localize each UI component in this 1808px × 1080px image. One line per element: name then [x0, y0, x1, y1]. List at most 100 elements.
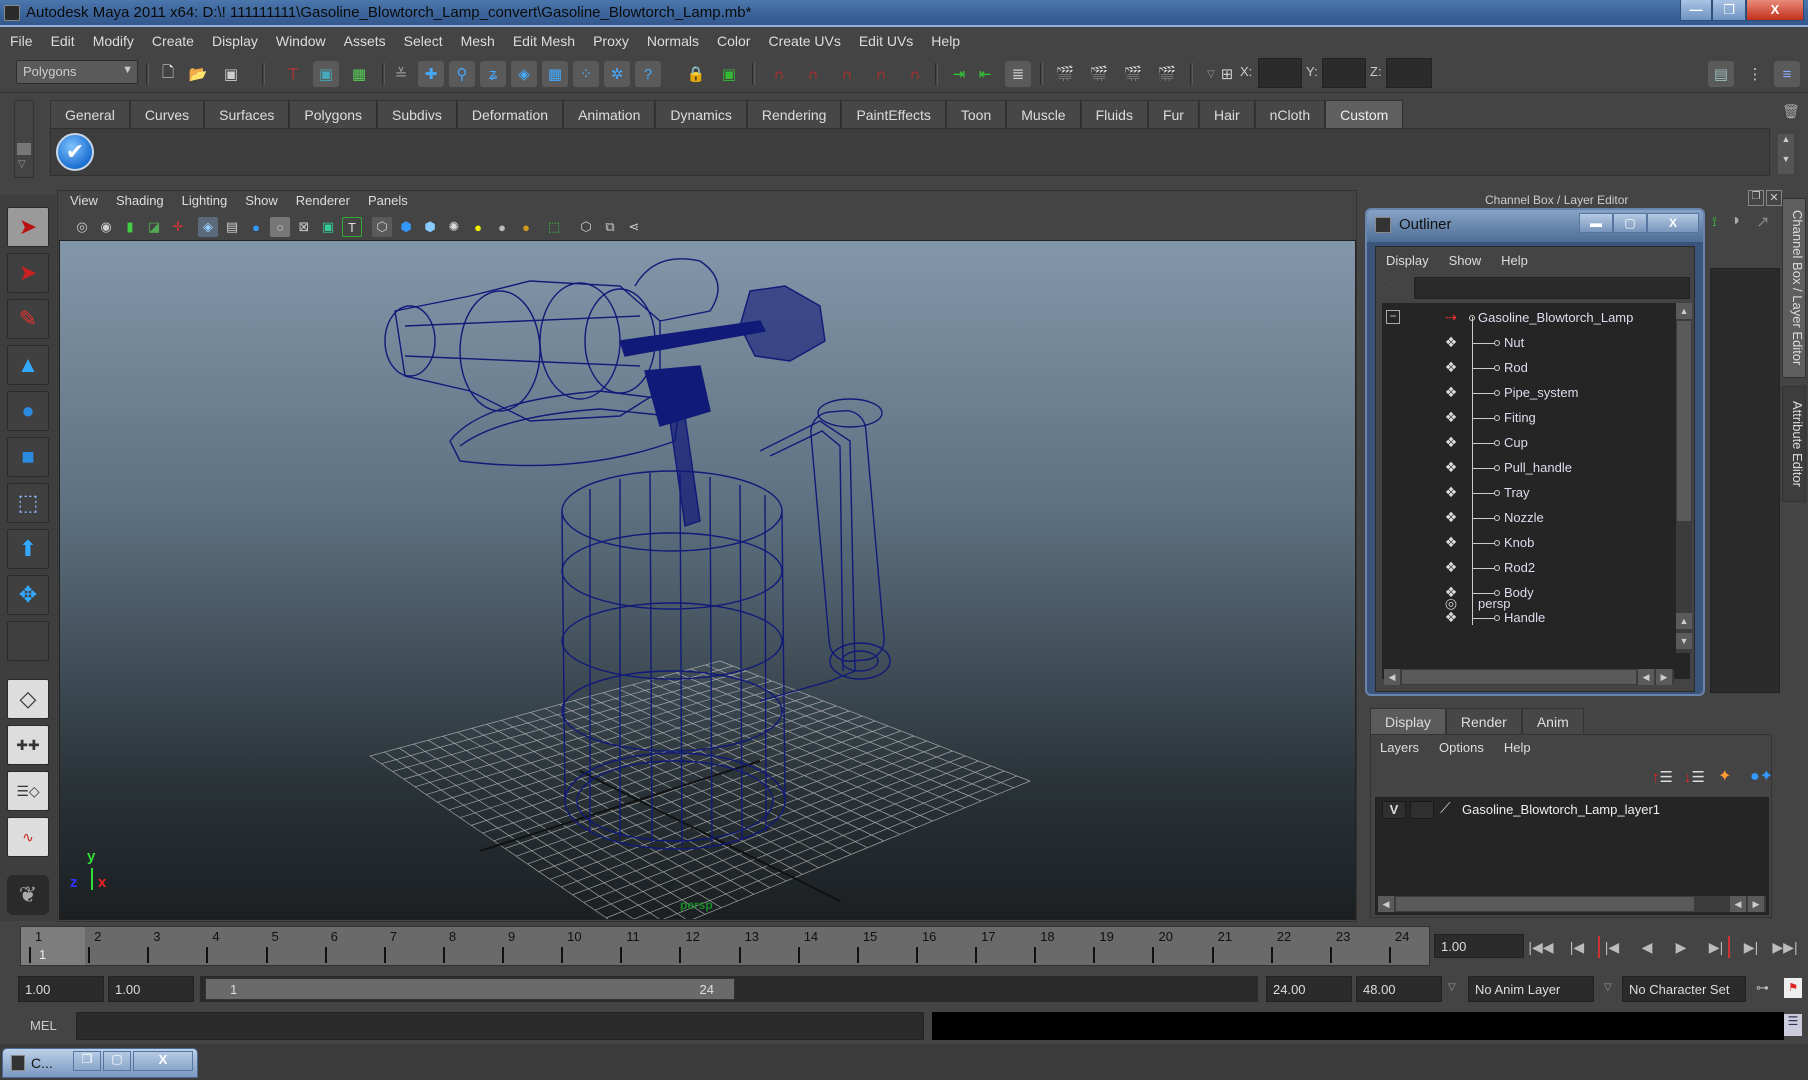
outliner-item[interactable]: ❖ Tray	[1382, 482, 1672, 504]
menu-proxy[interactable]: Proxy	[593, 33, 629, 49]
select-handles-icon[interactable]: ✚	[418, 61, 444, 87]
save-scene-icon[interactable]: ▣	[218, 61, 244, 87]
outliner-item[interactable]: ❖ Fiting	[1382, 407, 1672, 429]
render-view-icon[interactable]: 🎬	[1052, 61, 1078, 87]
anim-layer-dropdown-icon[interactable]: ▽	[1448, 982, 1456, 993]
select-misc-icon[interactable]: ?	[635, 61, 661, 87]
input-connections-icon[interactable]: ⇥	[946, 61, 972, 87]
go-to-end-icon[interactable]: ▶▶|	[1772, 936, 1798, 958]
select-camera-icon[interactable]: ◎	[72, 217, 92, 237]
character-set-field[interactable]: No Character Set	[1622, 976, 1746, 1002]
z-field[interactable]	[1386, 58, 1432, 88]
step-back-key-icon[interactable]: |◀	[1598, 936, 1624, 958]
render-current-frame-icon[interactable]: 🎬	[1086, 61, 1112, 87]
menu-create[interactable]: Create	[152, 33, 194, 49]
outliner-filter-input[interactable]	[1414, 277, 1690, 299]
shelf-menu-icon[interactable]: ▽	[18, 159, 26, 170]
highlight-selection-icon[interactable]: ▣	[716, 61, 742, 87]
scale-tool-icon[interactable]: ■	[7, 437, 49, 477]
outliner-item[interactable]: ❖ Nut	[1382, 332, 1672, 354]
soft-modification-icon[interactable]: ⬆	[7, 529, 49, 569]
single-perspective-layout-icon[interactable]: ◇	[7, 679, 49, 719]
scroll-left-icon[interactable]: ◀	[1730, 896, 1746, 912]
shelf-tab-painteffects[interactable]: PaintEffects	[841, 100, 946, 128]
menu-display[interactable]: Display	[212, 33, 258, 49]
menu-color[interactable]: Color	[717, 33, 750, 49]
mask-menu-icon[interactable]: ≚	[388, 61, 414, 87]
shelf-tab-general[interactable]: General	[50, 100, 130, 128]
mel-label[interactable]: MEL	[30, 1018, 57, 1033]
use-all-lights-icon[interactable]: ●	[468, 217, 488, 237]
playback-start-field[interactable]: 1.00	[108, 976, 194, 1002]
range-slider[interactable]: 1 24	[205, 978, 735, 1000]
field-chart-icon[interactable]: ⊠	[294, 217, 314, 237]
scroll-left-icon[interactable]: ◀	[1384, 669, 1400, 685]
animation-preferences-icon[interactable]: ⚑	[1784, 978, 1802, 998]
safe-action-icon[interactable]: ▣	[318, 217, 338, 237]
menu-set-selector[interactable]: Polygons ▼	[16, 60, 138, 84]
layer-row[interactable]: V ⟋ Gasoline_Blowtorch_Lamp_layer1	[1376, 798, 1768, 822]
side-tab-attribute-editor[interactable]: Attribute Editor	[1782, 386, 1806, 502]
shelf-tab-ncloth[interactable]: nCloth	[1254, 100, 1326, 128]
side-tab-channel-box[interactable]: Channel Box / Layer Editor	[1782, 198, 1806, 378]
absolute-transform-icon[interactable]: ⊞	[1214, 61, 1240, 87]
trash-icon[interactable]: 🗑	[1782, 103, 1800, 120]
scroll-left-icon[interactable]: ◀	[1638, 669, 1654, 685]
select-by-object-icon[interactable]: ▣	[313, 61, 339, 87]
collapse-icon[interactable]: −	[1386, 310, 1400, 324]
outliner-item[interactable]: ❖ Rod2	[1382, 557, 1672, 579]
menu-edit-uvs[interactable]: Edit UVs	[859, 33, 913, 49]
close-button[interactable]: X	[1746, 0, 1804, 21]
textured-icon[interactable]: ✺	[444, 217, 464, 237]
shelf-tab-surfaces[interactable]: Surfaces	[204, 100, 290, 128]
shelf-tab-muscle[interactable]: Muscle	[1006, 100, 1081, 128]
create-empty-layer-icon[interactable]: ✦	[1718, 766, 1731, 786]
two-d-pan-zoom-icon[interactable]: ✛	[168, 217, 188, 237]
show-tool-settings-icon[interactable]: ⋮	[1742, 61, 1768, 87]
make-live-icon[interactable]: ∩	[902, 61, 928, 87]
wireframe-icon[interactable]: ⬡	[372, 217, 392, 237]
outliner-maximize-button[interactable]: ▢	[1613, 213, 1647, 233]
minimized-restore-button[interactable]: ❐	[73, 1051, 101, 1071]
construction-history-icon[interactable]: ≣	[1005, 61, 1031, 87]
shelf-tab-subdivs[interactable]: Subdivs	[377, 100, 457, 128]
outliner-item[interactable]: ❖ Rod	[1382, 357, 1672, 379]
playback-end-field[interactable]: 24.00	[1266, 976, 1352, 1002]
outliner-menu-show[interactable]: Show	[1449, 253, 1482, 268]
minimized-close-button[interactable]: X	[133, 1051, 193, 1071]
minimized-window[interactable]: C... ❐ ▢ X	[2, 1048, 198, 1078]
layer-tab-display[interactable]: Display	[1370, 708, 1446, 734]
layer-menu-options[interactable]: Options	[1439, 740, 1484, 755]
snap-curve-icon[interactable]: ∩	[800, 61, 826, 87]
scroll-up-icon[interactable]: ▲	[1676, 303, 1692, 319]
shelf-tab-toon[interactable]: Toon	[945, 100, 1007, 128]
outliner-vertical-scrollbar[interactable]: ▲ ▲ ▼	[1676, 303, 1692, 653]
menu-assets[interactable]: Assets	[344, 33, 386, 49]
ipr-render-icon[interactable]: 🎬	[1120, 61, 1146, 87]
select-by-hierarchy-icon[interactable]: ⊤	[280, 61, 306, 87]
safe-title-icon[interactable]: T	[342, 217, 362, 237]
shelf-tab-fluids[interactable]: Fluids	[1080, 100, 1148, 128]
viewport-menu-shading[interactable]: Shading	[116, 193, 164, 208]
menu-file[interactable]: File	[10, 33, 33, 49]
scroll-thumb[interactable]	[1402, 670, 1636, 684]
show-channel-box-icon[interactable]: ≡	[1774, 61, 1800, 87]
move-tool-icon[interactable]: ▲	[7, 345, 49, 385]
time-slider[interactable]: 1 1 2 3 4 5 6 7 8 9 10 11 12 13 14 15 16 17 18 19 20 21 22 23 2…	[20, 926, 1430, 966]
outliner-menu-display[interactable]: Display	[1386, 253, 1429, 268]
lasso-tool-icon[interactable]: ➤	[7, 253, 49, 293]
grid-toggle-icon[interactable]: ◈	[198, 217, 218, 237]
show-attribute-editor-icon[interactable]: ▤	[1708, 61, 1734, 87]
rotate-tool-icon[interactable]: ●	[7, 391, 49, 431]
play-backwards-icon[interactable]: ◀	[1634, 936, 1660, 958]
select-by-component-icon[interactable]: ▦	[346, 61, 372, 87]
float-panel-icon[interactable]: ❐	[1748, 190, 1764, 206]
filter-toggle-icon[interactable]: ⋰	[1384, 277, 1408, 299]
menu-select[interactable]: Select	[404, 33, 443, 49]
y-field[interactable]	[1322, 58, 1366, 88]
shadows-icon[interactable]: ●	[492, 217, 512, 237]
snap-view-plane-icon[interactable]: ∩	[868, 61, 894, 87]
shelf-tab-dynamics[interactable]: Dynamics	[655, 100, 747, 128]
outliner-close-button[interactable]: X	[1647, 213, 1699, 233]
mel-command-input[interactable]	[76, 1012, 924, 1040]
